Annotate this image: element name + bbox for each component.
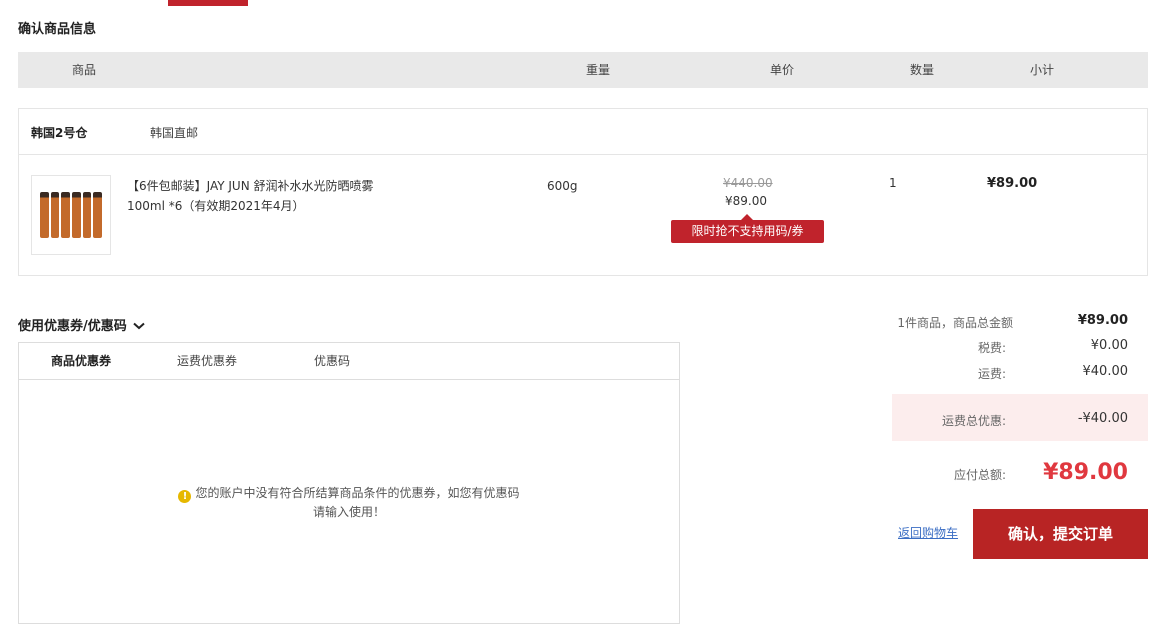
product-bottles-image — [40, 192, 103, 238]
active-tab-indicator — [168, 0, 248, 6]
back-to-cart-link[interactable]: 返回购物车 — [898, 524, 958, 541]
warehouse-row: 韩国2号仓 韩国直邮 — [19, 109, 1147, 155]
tax-value: ¥0.00 — [1090, 338, 1128, 353]
quantity: 1 — [889, 176, 897, 190]
product-weight: 600g — [547, 179, 578, 193]
warehouse-name: 韩国2号仓 — [31, 126, 88, 140]
unit-price: ¥89.00 — [725, 194, 767, 208]
promo-tag: 限时抢不支持用码/券 — [671, 214, 824, 243]
shipping-label: 运费: — [977, 367, 1006, 381]
submit-order-button[interactable]: 确认，提交订单 — [973, 509, 1148, 559]
chevron-down-icon — [133, 319, 145, 334]
shipping-discount-row: 运费总优惠: -¥40.00 — [892, 394, 1148, 441]
shipping-discount-label: 运费总优惠: — [941, 414, 1006, 428]
tab-product-coupon[interactable]: 商品优惠券 — [51, 343, 111, 379]
product-thumbnail[interactable] — [31, 175, 111, 255]
coupon-title: 使用优惠券/优惠码 — [18, 319, 127, 334]
coupon-notice: ! 您的账户中没有符合所结算商品条件的优惠券，如您有优惠码 请输入使用！ — [19, 484, 679, 521]
original-price: ¥440.00 — [723, 176, 773, 190]
tab-shipping-coupon[interactable]: 运费优惠券 — [177, 343, 237, 379]
total-value: ¥89.00 — [1043, 460, 1128, 485]
notice-line2: 请输入使用！ — [312, 505, 385, 519]
shipping-value: ¥40.00 — [1082, 364, 1129, 379]
header-unit-price: 单价 — [770, 63, 795, 77]
total-label: 应付总额: — [953, 468, 1006, 482]
header-quantity: 数量 — [910, 63, 935, 77]
tab-promo-code[interactable]: 优惠码 — [314, 343, 350, 379]
table-header: 商品 重量 单价 数量 小计 — [18, 52, 1148, 88]
order-group: 韩国2号仓 韩国直邮 【6件包邮装】JAY JUN 舒润补水水光防晒喷雾 100… — [18, 108, 1148, 276]
coupon-toggle[interactable]: 使用优惠券/优惠码 — [18, 315, 145, 334]
header-product: 商品 — [72, 63, 97, 77]
notice-line1: 您的账户中没有符合所结算商品条件的优惠券，如您有优惠码 — [195, 486, 520, 500]
coupon-tabs: 商品优惠券 运费优惠券 优惠码 — [19, 343, 679, 380]
items-total-value: ¥89.00 — [1077, 313, 1128, 328]
section-title: 确认商品信息 — [18, 22, 97, 37]
item-subtotal: ¥89.00 — [987, 176, 1038, 191]
shipping-type: 韩国直邮 — [150, 126, 199, 140]
header-weight: 重量 — [586, 63, 611, 77]
warning-icon: ! — [178, 490, 192, 503]
product-name[interactable]: 【6件包邮装】JAY JUN 舒润补水水光防晒喷雾 100ml *6（有效期20… — [127, 176, 407, 216]
tax-label: 税费: — [977, 341, 1006, 355]
header-subtotal: 小计 — [1030, 63, 1055, 77]
coupon-panel: 商品优惠券 运费优惠券 优惠码 ! 您的账户中没有符合所结算商品条件的优惠券，如您… — [18, 342, 680, 624]
shipping-discount-value: -¥40.00 — [1077, 411, 1128, 426]
product-name-line2: 100ml *6（有效期2021年4月） — [127, 199, 305, 213]
items-total-label: 1件商品，商品总金额 — [897, 316, 1013, 330]
product-name-line1: 【6件包邮装】JAY JUN 舒润补水水光防晒喷雾 — [127, 179, 374, 193]
